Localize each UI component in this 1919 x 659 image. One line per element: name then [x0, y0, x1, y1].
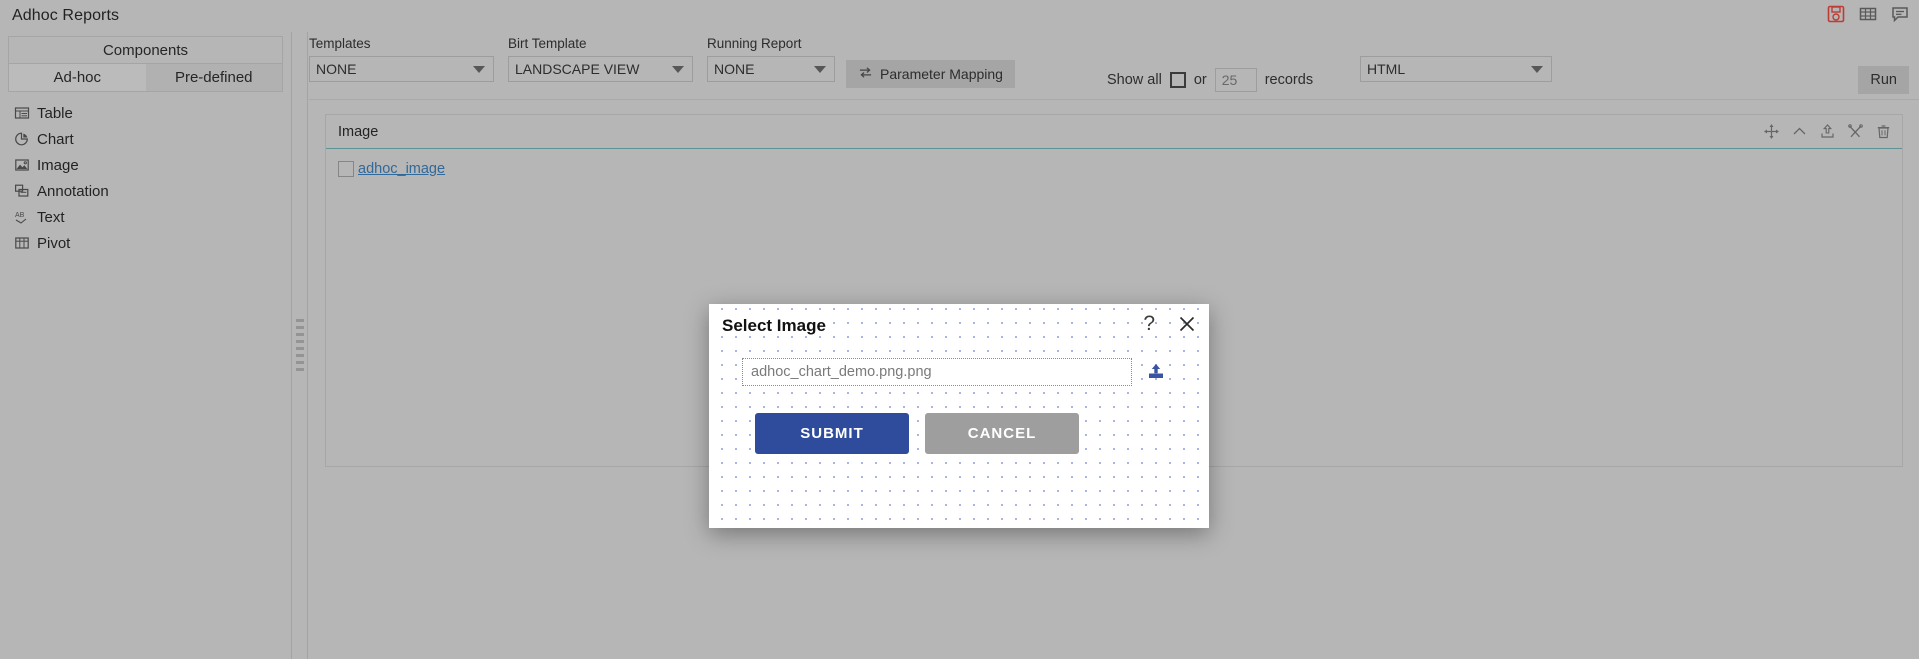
image-file-input[interactable] [742, 358, 1132, 386]
upload-icon[interactable] [1146, 362, 1166, 382]
dialog-header: Select Image ? [709, 304, 1209, 348]
dialog-title: Select Image [709, 316, 826, 336]
submit-button[interactable]: SUBMIT [755, 413, 909, 454]
select-image-dialog: Select Image ? SUBMIT CANCEL [709, 304, 1209, 528]
cancel-button[interactable]: CANCEL [925, 413, 1079, 454]
file-selection-row [709, 348, 1209, 386]
dialog-header-buttons: ? [1137, 312, 1197, 335]
close-icon[interactable] [1177, 314, 1197, 334]
dialog-actions: SUBMIT CANCEL [709, 386, 1209, 454]
help-icon[interactable]: ? [1137, 312, 1161, 335]
